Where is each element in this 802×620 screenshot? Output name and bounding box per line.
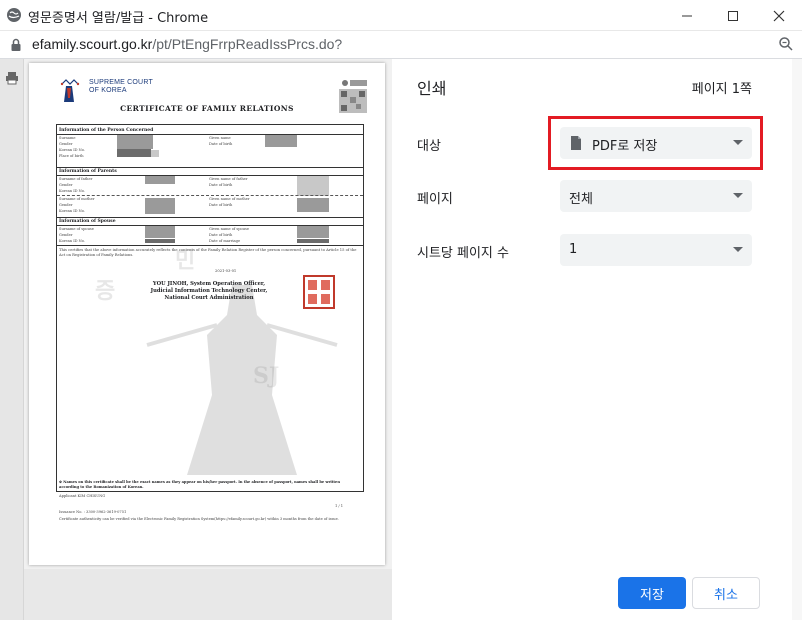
section-divider	[57, 134, 363, 135]
section-divider	[57, 245, 363, 246]
close-icon	[773, 10, 785, 21]
court-logo-icon	[60, 79, 80, 102]
pages-label: 페이지	[417, 192, 453, 207]
label-date-of-birth: Date of birth	[209, 233, 233, 237]
lock-icon	[11, 38, 21, 51]
section-divider	[57, 167, 363, 168]
passport-name-footnote: ※ Names on this certificate shall be the…	[59, 480, 340, 489]
minimize-button[interactable]	[664, 0, 710, 31]
certificate-title: CERTIFICATE OF FAMILY RELATIONS	[120, 104, 294, 113]
minimize-icon	[682, 15, 692, 16]
print-settings-panel: 인쇄 페이지 1쪽 대상 PDF로 저장 페이지 전체 시트당 페이지 수 1 …	[392, 59, 802, 620]
preview-page: SUPREME COURT OF KOREA CERTIFICATE OF FA…	[29, 63, 385, 565]
close-button[interactable]	[756, 0, 802, 31]
window-title-bar: 영문증명서 열람/발급 - Chrome	[0, 0, 802, 31]
label-surname-father: Surname of father	[59, 177, 93, 181]
watermark-glyph-right: SJ	[253, 363, 280, 389]
label-date-of-birth: Date of birth	[209, 203, 233, 207]
section-divider	[57, 217, 363, 218]
label-given-name-spouse: Given name of spouse	[209, 227, 249, 231]
url-text[interactable]: efamily.scourt.go.kr/pt/PtEngFrrpReadIss…	[32, 36, 342, 52]
redacted-box	[297, 239, 329, 243]
cancel-button[interactable]: 취소	[692, 577, 760, 609]
label-date-of-marriage: Date of marriage	[209, 239, 241, 243]
printer-icon[interactable]	[5, 71, 19, 85]
preview-background	[24, 569, 392, 620]
issuance-number: Issuance No. : 3300-3962-3619-0751	[59, 510, 127, 514]
url-host: efamily.scourt.go.kr	[32, 36, 153, 52]
page-indicator: 1 / 1	[335, 504, 344, 508]
label-surname-mother: Surname of mother	[59, 197, 95, 201]
section-divider	[57, 195, 363, 196]
redacted-box	[265, 135, 297, 147]
left-toolbar-strip	[0, 59, 24, 620]
redacted-box	[297, 226, 329, 238]
print-heading: 인쇄	[417, 79, 447, 98]
destination-label: 대상	[417, 139, 441, 154]
redacted-box	[145, 198, 175, 214]
globe-icon	[7, 8, 21, 22]
court-name-line2: OF KOREA	[89, 87, 127, 94]
redacted-box	[297, 198, 329, 212]
label-korean-id: Korean ID No.	[59, 239, 86, 243]
label-given-name-father: Given name of father	[209, 177, 248, 181]
official-seal-icon	[303, 275, 335, 309]
section-parents-heading: Information of Parents	[59, 169, 117, 174]
label-given-name-mother: Given name of mother	[209, 197, 250, 201]
label-date-of-birth: Date of birth	[209, 183, 233, 187]
court-name: SUPREME COURT OF KOREA	[89, 79, 153, 95]
signer-line2: Judicial Information Technology Center,	[150, 288, 268, 294]
label-korean-id: Korean ID No.	[59, 209, 86, 213]
page-count: 페이지 1쪽	[691, 82, 752, 97]
signer-block: YOU JINOH, System Operation Officer, Jud…	[109, 281, 309, 302]
pages-per-sheet-label: 시트당 페이지 수	[417, 246, 509, 261]
chevron-down-icon	[733, 247, 743, 252]
redacted-box	[151, 150, 159, 157]
zoom-icon[interactable]	[778, 36, 794, 52]
signer-line3: National Court Administration	[164, 295, 254, 301]
certification-statement: This certifies that the above informatio…	[59, 248, 357, 257]
label-surname-spouse: Surname of spouse	[59, 227, 94, 231]
save-button[interactable]: 저장	[618, 577, 686, 609]
window-title: 영문증명서 열람/발급 - Chrome	[28, 11, 209, 26]
label-place-of-birth: Place of birth	[59, 154, 84, 158]
panel-scrollbar[interactable]	[792, 59, 802, 620]
certificate-body: 증 민 SJ Information of the Person Concern…	[56, 124, 364, 492]
signer-line1: YOU JINOH, System Operation Officer,	[152, 281, 266, 287]
label-gender: Gender	[59, 142, 73, 146]
redacted-box	[145, 176, 175, 184]
url-path: /pt/PtEngFrrpReadIssPrcs.do?	[152, 36, 343, 52]
chevron-down-icon	[733, 193, 743, 198]
print-preview-area: SUPREME COURT OF KOREA CERTIFICATE OF FA…	[0, 59, 392, 620]
redacted-box	[145, 239, 175, 243]
redacted-box	[117, 149, 151, 157]
maximize-icon	[728, 10, 738, 21]
red-highlight-box	[548, 116, 763, 170]
label-korean-id: Korean ID No.	[59, 148, 86, 152]
pages-value: 전체	[569, 192, 593, 207]
label-gender: Gender	[59, 183, 73, 187]
pages-select[interactable]: 전체	[560, 180, 752, 212]
label-date-of-birth: Date of birth	[209, 142, 233, 146]
label-given-name: Given name	[209, 136, 231, 140]
pages-per-sheet-select[interactable]: 1	[560, 234, 752, 266]
label-gender: Gender	[59, 233, 73, 237]
label-korean-id: Korean ID No.	[59, 189, 86, 193]
label-surname: Surname	[59, 136, 76, 140]
pages-per-sheet-value: 1	[569, 242, 578, 257]
maximize-button[interactable]	[710, 0, 756, 31]
redacted-box	[297, 176, 329, 196]
issue-date: 2021-03-01	[215, 269, 237, 273]
verification-note: Certificate authenticity can be verified…	[59, 517, 339, 521]
section-spouse-heading: Information of Spouse	[59, 219, 116, 224]
redacted-box	[117, 135, 153, 149]
label-gender: Gender	[59, 203, 73, 207]
redacted-box	[145, 226, 175, 238]
section-person-heading: Information of the Person Concerned	[59, 128, 154, 133]
applicant-line: Applicant KIM CHISUNG	[59, 494, 106, 498]
court-name-line1: SUPREME COURT	[89, 79, 153, 86]
address-bar[interactable]: efamily.scourt.go.kr/pt/PtEngFrrpReadIss…	[0, 31, 802, 59]
